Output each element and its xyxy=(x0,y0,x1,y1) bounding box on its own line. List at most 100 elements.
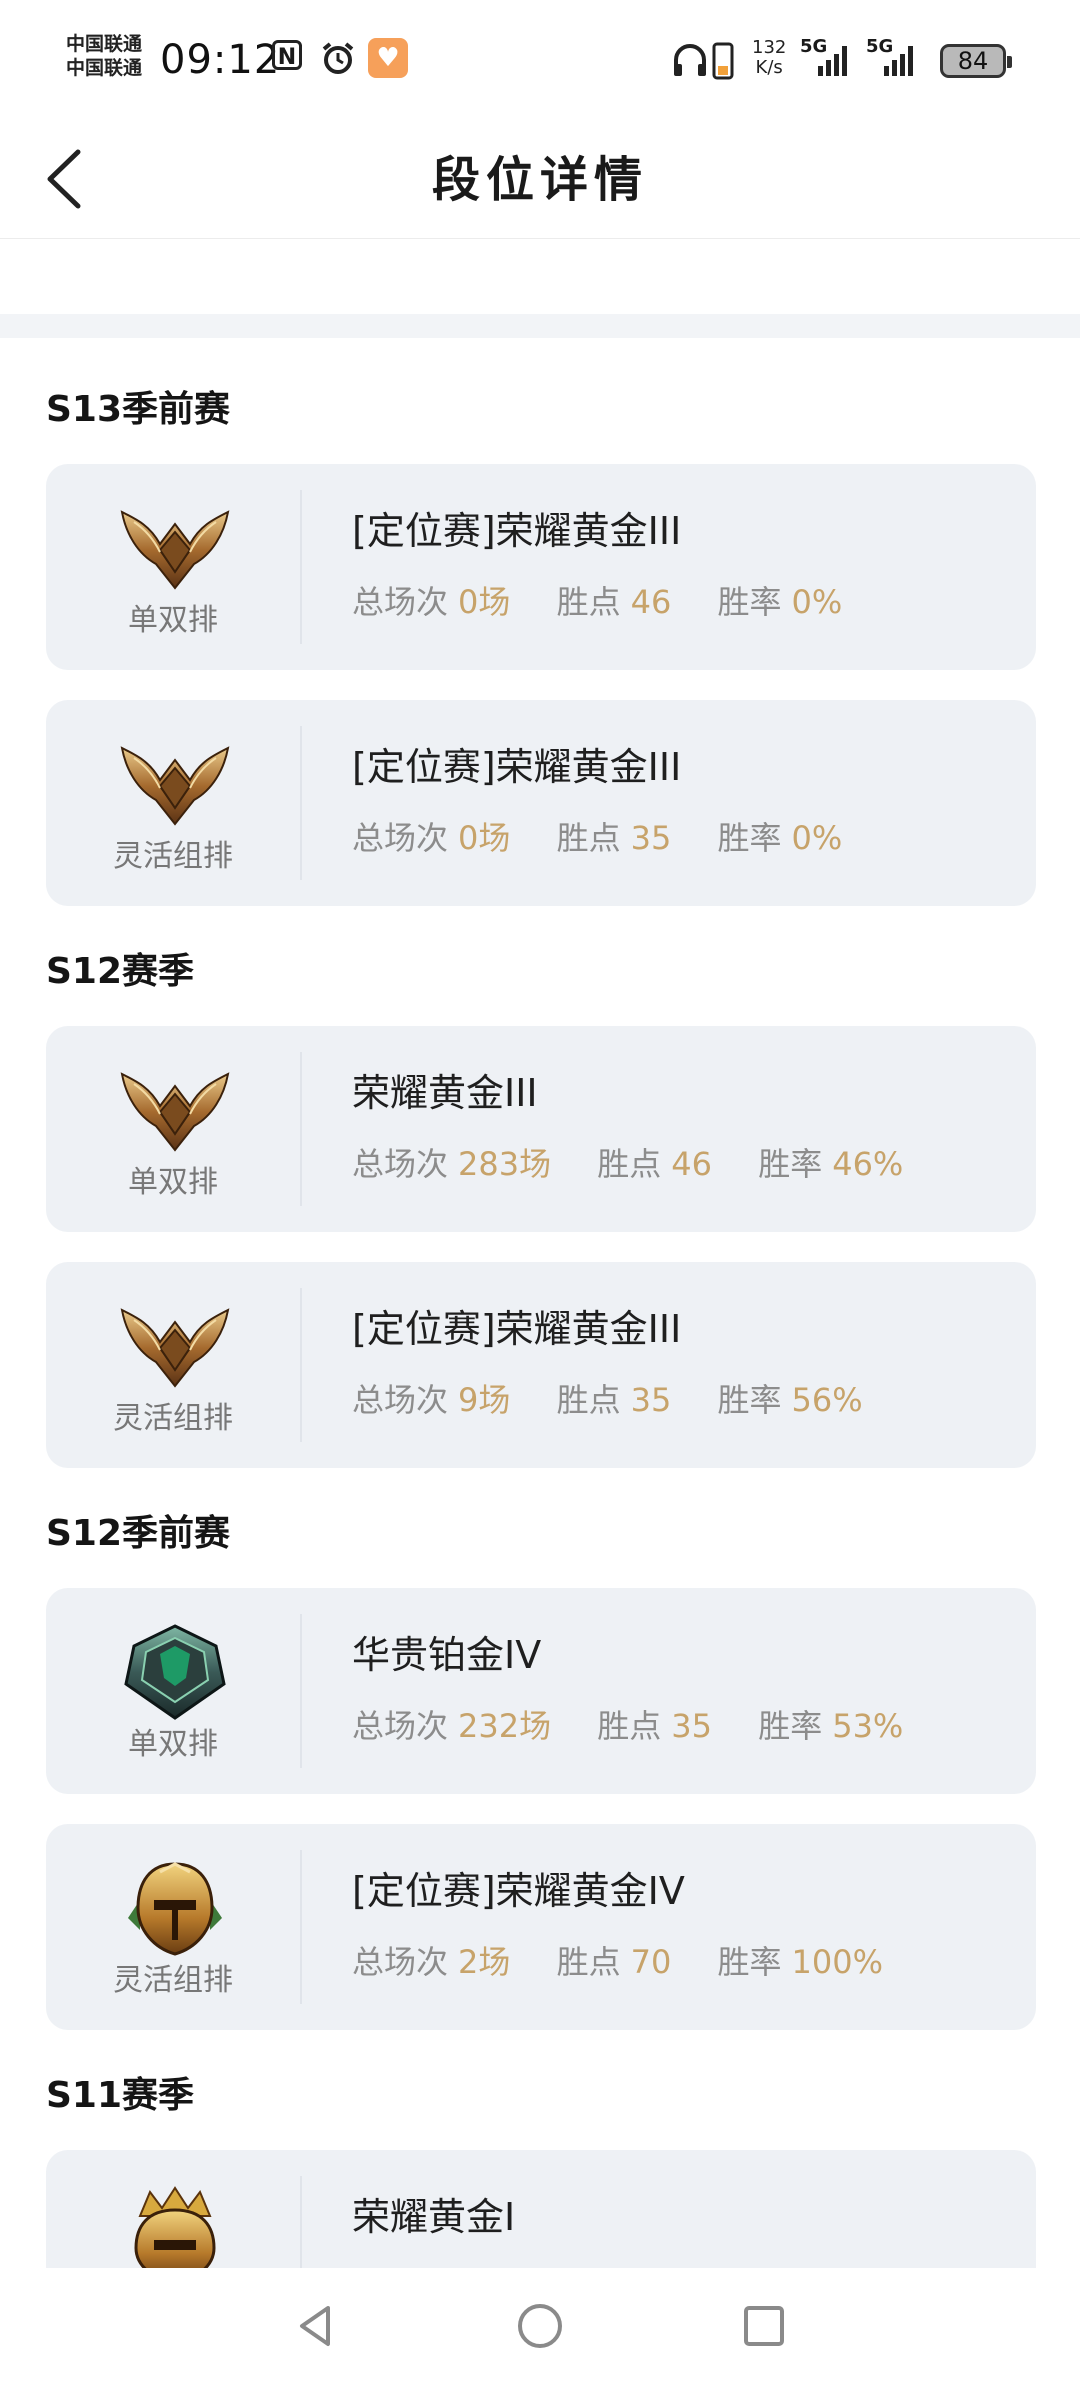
gold-helmet-emblem-icon xyxy=(120,1860,230,1956)
carrier-1: 中国联通 xyxy=(66,33,143,55)
points-label: 胜点 xyxy=(556,1943,621,1981)
games-value: 2场 xyxy=(458,1943,511,1981)
rank-name: [定位赛]荣耀黄金III xyxy=(352,509,682,553)
rank-card[interactable]: 单双排 荣耀黄金III 总场次 283场 胜点 46 胜率 46% xyxy=(46,1026,1036,1232)
games-value: 9场 xyxy=(458,1381,511,1419)
app-notification-icon: ♥ xyxy=(368,38,408,78)
top-app-bar: 段位详情 xyxy=(0,124,1080,239)
rank-card[interactable]: 单双排 [定位赛]荣耀黄金III 总场次 0场 胜点 46 胜率 0% xyxy=(46,464,1036,670)
rank-stats: 总场次 9场 胜点 35 胜率 56% xyxy=(352,1380,899,1420)
section-title-s12-season: S12赛季 xyxy=(46,951,195,992)
rank-stats: 总场次 0场 胜点 46 胜率 0% xyxy=(352,582,878,622)
games-label: 总场次 xyxy=(352,1707,449,1745)
winrate-value: 0% xyxy=(791,583,843,621)
divider xyxy=(300,1052,302,1206)
gold-wings-emblem-icon xyxy=(120,1298,230,1394)
rank-stats: 总场次 2场 胜点 70 胜率 100% xyxy=(352,1942,919,1982)
games-label: 总场次 xyxy=(352,1943,449,1981)
platinum-emblem-icon xyxy=(120,1624,230,1720)
rank-stats: 总场次 283场 胜点 46 胜率 46% xyxy=(352,1144,939,1184)
queue-column: 单双排 xyxy=(46,1026,300,1232)
points-value: 46 xyxy=(630,583,672,621)
games-value: 0场 xyxy=(458,819,511,857)
points-value: 35 xyxy=(630,1381,672,1419)
winrate-label: 胜率 xyxy=(717,583,782,621)
nav-back-icon[interactable] xyxy=(288,2298,344,2354)
nav-home-icon[interactable] xyxy=(512,2298,568,2354)
status-bar: 中国联通 中国联通 09:12 N ♥ 132 K/s 5G 5G 84 xyxy=(0,0,1080,124)
points-label: 胜点 xyxy=(597,1145,662,1183)
queue-column: 单双排 xyxy=(46,464,300,670)
queue-column: 灵活组排 xyxy=(46,1824,300,2030)
queue-type: 单双排 xyxy=(128,1727,218,1762)
rank-name: [定位赛]荣耀黄金III xyxy=(352,1307,682,1351)
signal-bars-icon xyxy=(818,46,847,76)
points-value: 35 xyxy=(671,1707,713,1745)
carrier-labels: 中国联通 中国联通 xyxy=(66,32,142,80)
rank-card[interactable]: 灵活组排 [定位赛]荣耀黄金III 总场次 0场 胜点 35 胜率 0% xyxy=(46,700,1036,906)
headphones-icon xyxy=(674,44,706,76)
games-label: 总场次 xyxy=(352,819,449,857)
queue-column: 灵活组排 xyxy=(46,1262,300,1468)
speed-unit: K/s xyxy=(755,57,783,78)
queue-type: 灵活组排 xyxy=(113,1401,233,1436)
gold-wings-emblem-icon xyxy=(120,736,230,832)
gold-wings-emblem-icon xyxy=(120,1062,230,1158)
gold-wings-emblem-icon xyxy=(120,500,230,596)
section-title-s11-season: S11赛季 xyxy=(46,2075,195,2116)
games-value: 0场 xyxy=(458,583,511,621)
points-label: 胜点 xyxy=(556,1381,621,1419)
games-label: 总场次 xyxy=(352,583,449,621)
winrate-value: 53% xyxy=(832,1707,904,1745)
rank-name: 荣耀黄金I xyxy=(352,2195,516,2239)
winrate-value: 46% xyxy=(832,1145,904,1183)
games-label: 总场次 xyxy=(352,1381,449,1419)
rank-card[interactable]: 灵活组排 [定位赛]荣耀黄金III 总场次 9场 胜点 35 胜率 56% xyxy=(46,1262,1036,1468)
rank-stats: 总场次 232场 胜点 35 胜率 53% xyxy=(352,1706,939,1746)
divider xyxy=(300,726,302,880)
queue-type: 灵活组排 xyxy=(113,1963,233,1998)
rank-card[interactable]: 灵活组排 [定位赛]荣耀黄金IV 总场次 2场 胜点 70 胜率 100% xyxy=(46,1824,1036,2030)
page-title: 段位详情 xyxy=(431,152,648,208)
winrate-value: 0% xyxy=(791,819,843,857)
section-title-s12-preseason: S12季前赛 xyxy=(46,1513,231,1554)
nfc-icon: N xyxy=(272,40,302,70)
speed-value: 132 xyxy=(752,37,787,58)
winrate-label: 胜率 xyxy=(717,819,782,857)
rank-name: 华贵铂金IV xyxy=(352,1633,542,1677)
winrate-label: 胜率 xyxy=(717,1943,782,1981)
queue-type: 单双排 xyxy=(128,603,218,638)
queue-type: 灵活组排 xyxy=(113,839,233,874)
winrate-value: 56% xyxy=(791,1381,863,1419)
rank-stats: 总场次 0场 胜点 35 胜率 0% xyxy=(352,818,878,858)
system-navigation-bar xyxy=(0,2268,1080,2382)
clock: 09:12 xyxy=(160,37,281,83)
network-speed: 132 K/s xyxy=(752,38,786,78)
phone-battery-icon xyxy=(712,42,734,80)
divider xyxy=(300,1288,302,1442)
nav-recents-icon[interactable] xyxy=(736,2298,792,2354)
points-value: 70 xyxy=(630,1943,672,1981)
rank-name: [定位赛]荣耀黄金III xyxy=(352,745,682,789)
rank-card[interactable]: 单双排 华贵铂金IV 总场次 232场 胜点 35 胜率 53% xyxy=(46,1588,1036,1794)
winrate-value: 100% xyxy=(791,1943,883,1981)
signal-bars-icon xyxy=(884,46,913,76)
alarm-icon xyxy=(322,42,354,74)
winrate-label: 胜率 xyxy=(758,1707,823,1745)
points-label: 胜点 xyxy=(556,583,621,621)
points-label: 胜点 xyxy=(556,819,621,857)
points-value: 46 xyxy=(671,1145,713,1183)
queue-type: 单双排 xyxy=(128,1165,218,1200)
rank-name: [定位赛]荣耀黄金IV xyxy=(352,1869,685,1913)
rank-name: 荣耀黄金III xyxy=(352,1071,538,1115)
queue-column: 单双排 xyxy=(46,1588,300,1794)
winrate-label: 胜率 xyxy=(717,1381,782,1419)
battery-indicator: 84 xyxy=(940,44,1012,78)
games-value: 232场 xyxy=(458,1707,552,1745)
games-label: 总场次 xyxy=(352,1145,449,1183)
points-label: 胜点 xyxy=(597,1707,662,1745)
games-value: 283场 xyxy=(458,1145,552,1183)
winrate-label: 胜率 xyxy=(758,1145,823,1183)
divider xyxy=(300,490,302,644)
carrier-2: 中国联通 xyxy=(66,57,143,79)
